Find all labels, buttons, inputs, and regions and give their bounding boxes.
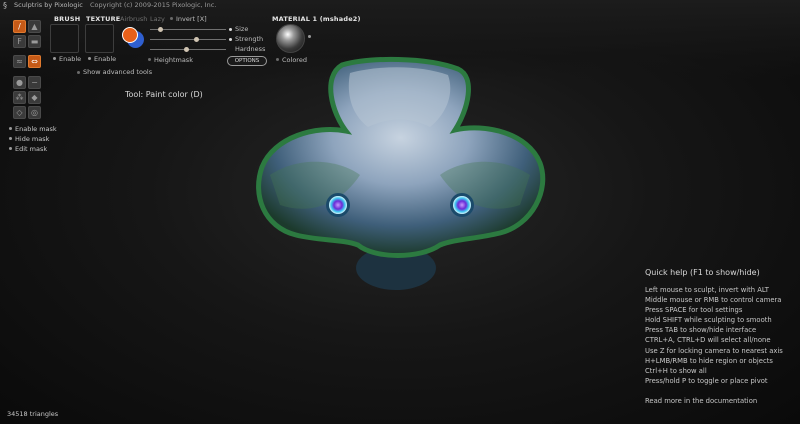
size-slider-knob[interactable] [158,27,163,32]
show-advanced-toggle[interactable]: Show advanced tools [83,68,152,76]
grab-tool-button[interactable]: ◆ [28,91,41,104]
title-bar: § Sculptris by Pixologic Copyright (c) 2… [0,0,800,11]
texture-enable-label[interactable]: Enable [94,55,116,63]
enable-mask-label[interactable]: Enable mask [15,125,57,133]
quick-help-panel: Quick help (F1 to show/hide) Left mouse … [645,268,783,406]
brush-label: BRUSH [54,15,81,23]
scale-icon: ◎ [31,108,38,117]
material-label: MATERIAL 1 (mshade2) [272,15,361,23]
app-title: Sculptris by Pixologic [14,1,83,9]
flatten-icon: ▬ [30,37,39,46]
heightmask-dot[interactable] [148,58,151,61]
smooth-icon: ≈ [16,57,23,66]
show-advanced-dot[interactable] [77,71,80,74]
invert-toggle[interactable]: Invert [X] [176,15,207,23]
copyright-text: Copyright (c) 2009-2015 Pixologic, Inc. [90,1,217,9]
symmetry-tool-button[interactable]: ⇔ [28,55,41,68]
airbrush-toggle[interactable]: Airbrush [120,15,147,23]
pinch-tool-button[interactable]: ● [13,76,26,89]
brush-enable-label[interactable]: Enable [59,55,81,63]
pinch-icon: ● [16,78,23,87]
help-line: Ctrl+H to show all [645,366,707,375]
help-line: Press/hold P to toggle or place pivot [645,376,768,385]
fill-icon: F [17,37,22,46]
paint-brush-tool-button[interactable]: / [13,20,26,33]
enable-mask-dot[interactable] [9,127,12,130]
flatten-tool-button[interactable]: ▬ [28,35,41,48]
texture-enable-dot[interactable] [88,57,91,60]
strength-dot [229,38,232,41]
brush-enable-dot[interactable] [53,57,56,60]
help-line: Press SPACE for tool settings [645,306,743,315]
left-eye [329,196,347,214]
help-line: H+LMB/RMB to hide region or objects [645,356,773,365]
strength-label: Strength [235,35,264,43]
help-line: Use Z for locking camera to nearest axis [645,346,783,355]
edit-mask-label[interactable]: Edit mask [15,145,47,153]
texture-label: TEXTURE [86,15,121,23]
hardness-slider-knob[interactable] [184,47,189,52]
help-line: Left mouse to sculpt, invert with ALT [645,286,769,294]
edit-mask-dot[interactable] [9,147,12,150]
inflate-tool-button[interactable]: ⁂ [13,91,26,104]
scale-tool-button[interactable]: ◎ [28,106,41,119]
size-label: Size [235,25,249,33]
material-menu-dot[interactable] [308,35,311,38]
reduce-icon: ◇ [16,108,23,117]
smooth-tool-button[interactable]: ≈ [13,55,26,68]
strength-slider-knob[interactable] [194,37,199,42]
help-line: CTRL+A, CTRL+D will select all/none [645,336,771,345]
current-tool-label: Tool: Paint color (D) [125,90,203,99]
reduce-tool-button[interactable]: ◇ [13,106,26,119]
triangle-count: 34518 triangles [7,410,59,418]
right-eye [453,196,471,214]
hide-mask-label[interactable]: Hide mask [15,135,49,143]
crease-tool-button[interactable]: − [28,76,41,89]
crease-icon: − [31,78,38,87]
sculpt-tool-button[interactable]: ▲ [28,20,41,33]
strength-slider-track[interactable] [150,39,226,40]
texture-slot[interactable] [85,24,114,53]
brush-icon: / [18,22,21,31]
lazy-toggle[interactable]: Lazy [150,15,165,23]
model-head-highlight [348,67,451,127]
help-line: Press TAB to show/hide interface [645,326,757,335]
invert-dot[interactable] [170,17,173,20]
inflate-icon: ⁂ [15,93,24,102]
grab-icon: ◆ [31,93,38,102]
hide-mask-dot[interactable] [9,137,12,140]
size-dot [229,28,232,31]
material-sphere-preview[interactable] [276,24,305,53]
heightmask-toggle[interactable]: Heightmask [154,56,193,64]
symmetry-icon: ⇔ [31,57,38,66]
sculpt-icon: ▲ [31,22,38,31]
sculpt-model-viewport[interactable] [250,55,550,300]
help-line: Hold SHIFT while sculpting to smooth [645,316,772,325]
brush-slot[interactable] [50,24,79,53]
quick-help-title: Quick help (F1 to show/hide) [645,268,760,277]
fill-tool-button[interactable]: F [13,35,26,48]
documentation-link[interactable]: Read more in the documentation [645,396,783,406]
sculptris-logo-icon: § [3,1,7,10]
help-line: Middle mouse or RMB to control camera [645,296,782,305]
primary-color-swatch[interactable] [122,27,138,43]
hardness-label: Hardness [235,45,266,53]
